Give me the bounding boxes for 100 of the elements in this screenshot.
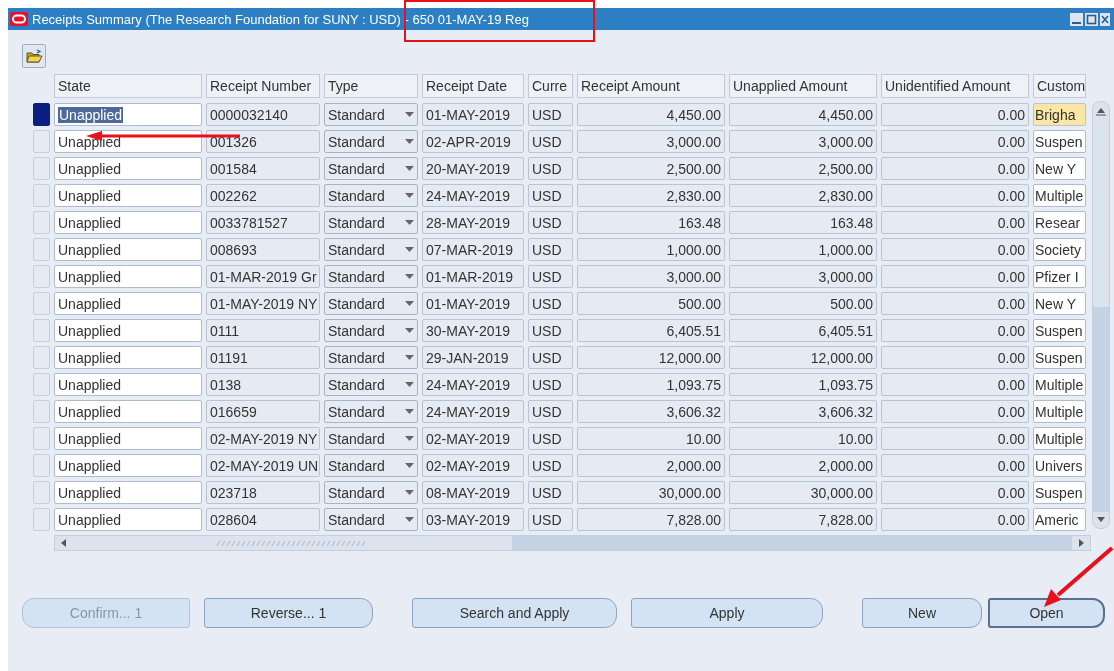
table-cell: 12,000.00 bbox=[577, 346, 725, 369]
table-cell: 3,000.00 bbox=[729, 265, 877, 288]
action-button[interactable]: Open bbox=[988, 598, 1105, 628]
table-cell: 500.00 bbox=[729, 292, 877, 315]
state-value: Unapplied bbox=[58, 403, 122, 420]
table-cell: 7,828.00 bbox=[729, 508, 877, 531]
table-cell: 24-MAY-2019 bbox=[422, 184, 524, 207]
customer-field[interactable]: Suspen bbox=[1033, 130, 1086, 153]
table-cell: 2,000.00 bbox=[577, 454, 725, 477]
customer-field[interactable]: Multiple bbox=[1033, 373, 1086, 396]
state-field[interactable]: Unapplied bbox=[54, 292, 202, 315]
state-field[interactable]: Unapplied bbox=[54, 265, 202, 288]
state-value: Unapplied bbox=[58, 187, 122, 204]
type-dropdown[interactable]: Standard bbox=[324, 238, 418, 261]
state-field[interactable]: Unapplied bbox=[54, 346, 202, 369]
table-cell: USD bbox=[528, 211, 573, 234]
type-dropdown[interactable]: Standard bbox=[324, 454, 418, 477]
horizontal-scrollbar[interactable] bbox=[54, 535, 1091, 551]
column-header[interactable]: Curre bbox=[528, 74, 573, 98]
table-cell: 0111 bbox=[206, 319, 320, 342]
table-cell: 3,000.00 bbox=[577, 130, 725, 153]
table-cell: 0.00 bbox=[881, 292, 1029, 315]
open-folder-button[interactable] bbox=[22, 44, 46, 68]
state-field[interactable]: Unapplied bbox=[54, 130, 202, 153]
table-cell: 10.00 bbox=[729, 427, 877, 450]
customer-field[interactable]: New Y bbox=[1033, 157, 1086, 180]
customer-field[interactable]: Resear bbox=[1033, 211, 1086, 234]
close-icon[interactable] bbox=[1100, 12, 1110, 26]
customer-field[interactable]: Brigha bbox=[1033, 103, 1086, 126]
row-selector[interactable] bbox=[33, 103, 50, 126]
customer-field[interactable]: Univers bbox=[1033, 454, 1086, 477]
state-field[interactable]: Unapplied bbox=[54, 103, 202, 126]
customer-field[interactable]: Suspen bbox=[1033, 319, 1086, 342]
type-dropdown[interactable]: Standard bbox=[324, 427, 418, 450]
minimize-icon[interactable] bbox=[1070, 12, 1083, 26]
scroll-up-icon[interactable] bbox=[1095, 106, 1107, 116]
column-header[interactable]: Unidentified Amount bbox=[881, 74, 1029, 98]
action-button[interactable]: Reverse... 1 bbox=[204, 598, 373, 628]
action-button[interactable]: Apply bbox=[631, 598, 823, 628]
table-cell: 01191 bbox=[206, 346, 320, 369]
scroll-down-icon[interactable] bbox=[1095, 514, 1107, 524]
type-dropdown[interactable]: Standard bbox=[324, 184, 418, 207]
customer-field[interactable]: Americ bbox=[1033, 508, 1086, 531]
maximize-icon[interactable] bbox=[1085, 12, 1098, 26]
customer-field[interactable]: Suspen bbox=[1033, 346, 1086, 369]
table-cell: 3,000.00 bbox=[577, 265, 725, 288]
dropdown-caret-icon bbox=[405, 301, 414, 306]
customer-field[interactable]: Pfizer I bbox=[1033, 265, 1086, 288]
table-cell: USD bbox=[528, 481, 573, 504]
state-value: Unapplied bbox=[58, 106, 124, 123]
vertical-scrollbar[interactable] bbox=[1092, 101, 1110, 529]
column-header[interactable]: Receipt Number bbox=[206, 74, 320, 98]
state-field[interactable]: Unapplied bbox=[54, 508, 202, 531]
type-dropdown[interactable]: Standard bbox=[324, 211, 418, 234]
state-field[interactable]: Unapplied bbox=[54, 373, 202, 396]
table-cell: 02-MAY-2019 NY bbox=[206, 427, 320, 450]
customer-field[interactable]: New Y bbox=[1033, 292, 1086, 315]
state-field[interactable]: Unapplied bbox=[54, 238, 202, 261]
state-value: Unapplied bbox=[58, 349, 122, 366]
state-field[interactable]: Unapplied bbox=[54, 454, 202, 477]
state-field[interactable]: Unapplied bbox=[54, 319, 202, 342]
type-dropdown[interactable]: Standard bbox=[324, 400, 418, 423]
type-dropdown[interactable]: Standard bbox=[324, 157, 418, 180]
table-cell: 08-MAY-2019 bbox=[422, 481, 524, 504]
type-dropdown[interactable]: Standard bbox=[324, 103, 418, 126]
type-dropdown[interactable]: Standard bbox=[324, 373, 418, 396]
table-cell: 0138 bbox=[206, 373, 320, 396]
action-button[interactable]: Search and Apply bbox=[412, 598, 617, 628]
type-dropdown[interactable]: Standard bbox=[324, 292, 418, 315]
state-field[interactable]: Unapplied bbox=[54, 481, 202, 504]
type-dropdown[interactable]: Standard bbox=[324, 481, 418, 504]
column-header[interactable]: State bbox=[54, 74, 202, 98]
state-field[interactable]: Unapplied bbox=[54, 157, 202, 180]
type-value: Standard bbox=[328, 484, 385, 501]
column-header[interactable]: Custom bbox=[1033, 74, 1086, 98]
customer-field[interactable]: Society bbox=[1033, 238, 1086, 261]
column-header[interactable]: Receipt Amount bbox=[577, 74, 725, 98]
state-value: Unapplied bbox=[58, 295, 122, 312]
customer-field[interactable]: Suspen bbox=[1033, 481, 1086, 504]
type-dropdown[interactable]: Standard bbox=[324, 319, 418, 342]
type-dropdown[interactable]: Standard bbox=[324, 265, 418, 288]
state-field[interactable]: Unapplied bbox=[54, 427, 202, 450]
type-dropdown[interactable]: Standard bbox=[324, 346, 418, 369]
type-dropdown[interactable]: Standard bbox=[324, 130, 418, 153]
customer-field[interactable]: Multiple bbox=[1033, 184, 1086, 207]
type-value: Standard bbox=[328, 160, 385, 177]
column-header[interactable]: Type bbox=[324, 74, 418, 98]
table-cell: 0.00 bbox=[881, 508, 1029, 531]
column-header[interactable]: Receipt Date bbox=[422, 74, 524, 98]
state-field[interactable]: Unapplied bbox=[54, 400, 202, 423]
table-cell: USD bbox=[528, 454, 573, 477]
type-dropdown[interactable]: Standard bbox=[324, 508, 418, 531]
customer-field[interactable]: Multiple bbox=[1033, 400, 1086, 423]
column-header[interactable]: Unapplied Amount bbox=[729, 74, 877, 98]
customer-field[interactable]: Multiple bbox=[1033, 427, 1086, 450]
action-button[interactable]: New bbox=[862, 598, 982, 628]
state-field[interactable]: Unapplied bbox=[54, 211, 202, 234]
state-field[interactable]: Unapplied bbox=[54, 184, 202, 207]
table-cell: USD bbox=[528, 265, 573, 288]
table-cell: 02-APR-2019 bbox=[422, 130, 524, 153]
